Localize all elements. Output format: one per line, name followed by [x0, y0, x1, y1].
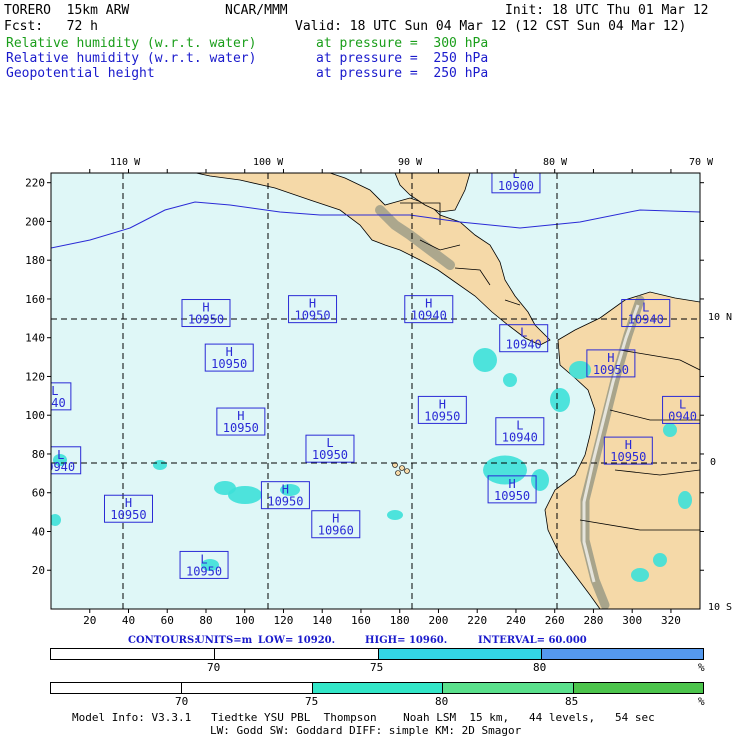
high-humidity-area [678, 491, 692, 509]
contours-low: LOW= 10920. [258, 635, 336, 646]
rh-300-swatch-5 [574, 683, 703, 693]
high-humidity-area [531, 469, 549, 491]
x-tick-label: 120 [274, 614, 294, 627]
high-humidity-area [473, 348, 497, 372]
y-tick-label: 120 [25, 370, 45, 383]
y-tick-label: 220 [25, 177, 45, 190]
pressure-center-value: 10950 [267, 495, 303, 509]
rh-300-colorbar [50, 682, 704, 694]
pressure-center-value: 0940 [668, 409, 697, 423]
x-tick-label: 280 [584, 614, 604, 627]
high-humidity-area [153, 460, 167, 470]
rh-250-swatch-3 [379, 649, 542, 659]
rh-300-swatch-2 [182, 683, 313, 693]
rh-300-unit: % [698, 695, 705, 708]
rh-300-swatch-3 [313, 683, 443, 693]
pressure-center-value: 10950 [223, 421, 259, 435]
x-tick-label: 220 [467, 614, 487, 627]
x-tick-label: 260 [545, 614, 565, 627]
high-humidity-area [387, 510, 403, 520]
pressure-center-value: 10900 [498, 179, 534, 193]
y-tick-label: 80 [32, 448, 45, 461]
rh-250-unit: % [698, 661, 705, 674]
y-tick-label: 200 [25, 215, 45, 228]
pressure-center-value: 10950 [211, 357, 247, 371]
x-tick-label: 200 [429, 614, 449, 627]
rh-250-label-75: 75 [370, 661, 384, 674]
x-tick-label: 240 [506, 614, 526, 627]
rh-250-swatch-4 [542, 649, 703, 659]
x-tick-label: 160 [351, 614, 371, 627]
x-tick-label: 300 [622, 614, 642, 627]
pressure-center-value: 10940 [506, 338, 542, 352]
galapagos-island [404, 468, 410, 474]
pressure-center-value: 10950 [610, 450, 646, 464]
pressure-center-value: 10940 [628, 313, 664, 327]
rh-300-label-70: 70 [175, 695, 189, 708]
high-humidity-area [550, 388, 570, 412]
galapagos-island [395, 470, 401, 476]
y-tick-label: 60 [32, 487, 45, 500]
y-tick-label: 40 [32, 525, 45, 538]
y-tick-label: 100 [25, 409, 45, 422]
y-tick-label: 140 [25, 332, 45, 345]
pressure-center-value: 10950 [188, 313, 224, 327]
pressure-center-value: 10950 [110, 508, 146, 522]
pressure-center-value: 10950 [424, 409, 460, 423]
high-humidity-area [483, 455, 527, 485]
rh-300-label-85: 85 [565, 695, 579, 708]
galapagos-island [399, 465, 405, 471]
x-tick-label: 40 [122, 614, 135, 627]
high-humidity-area [631, 568, 649, 582]
rh-300-swatch-4 [443, 683, 574, 693]
pressure-center-value: 10950 [494, 489, 530, 503]
high-humidity-area [214, 481, 236, 495]
rh-300-swatch-1 [51, 683, 182, 693]
pressure-center-value: 10950 [186, 564, 222, 578]
pressure-center-value: 10950 [312, 448, 348, 462]
x-tick-label: 100 [235, 614, 255, 627]
contours-units: UNITS=m [196, 635, 253, 646]
pressure-center-value: 10950 [593, 363, 629, 377]
x-tick-label: 320 [661, 614, 681, 627]
rh-300-label-80: 80 [435, 695, 449, 708]
y-tick-label: 160 [25, 293, 45, 306]
model-info: Model Info: V3.3.1 Tiedtke YSU PBL Thomp… [72, 711, 655, 724]
pressure-center-value: 940 [44, 396, 66, 410]
y-tick-label: 20 [32, 564, 45, 577]
high-humidity-area [569, 361, 591, 379]
high-humidity-area [663, 423, 677, 437]
rh-250-swatch-1 [51, 649, 215, 659]
high-humidity-area [503, 373, 517, 387]
pressure-center-value: 10940 [502, 431, 538, 445]
physics-info: LW: Godd SW: Goddard DIFF: simple KM: 2D… [210, 724, 522, 737]
x-tick-label: 140 [312, 614, 332, 627]
rh-250-colorbar [50, 648, 704, 660]
rh-250-label-70: 70 [207, 661, 221, 674]
contours-interval: INTERVAL= 60.000 [478, 635, 587, 646]
x-tick-label: 60 [161, 614, 174, 627]
rh-250-swatch-2 [215, 649, 379, 659]
y-tick-label: 180 [25, 254, 45, 267]
x-tick-label: 80 [199, 614, 212, 627]
rh-250-label-80: 80 [533, 661, 547, 674]
pressure-center-value: 10960 [318, 524, 354, 538]
x-tick-label: 180 [390, 614, 410, 627]
pressure-center-value: 10940 [411, 309, 447, 323]
contours-high: HIGH= 10960. [365, 635, 448, 646]
x-tick-label: 20 [83, 614, 96, 627]
contours-prefix: CONTOURS: [128, 635, 198, 646]
weather-map: H10950H10950H10940H10950H10950H10950H109… [25, 169, 704, 627]
pressure-center-value: 10950 [294, 309, 330, 323]
high-humidity-area [653, 553, 667, 567]
rh-300-label-75: 75 [305, 695, 319, 708]
